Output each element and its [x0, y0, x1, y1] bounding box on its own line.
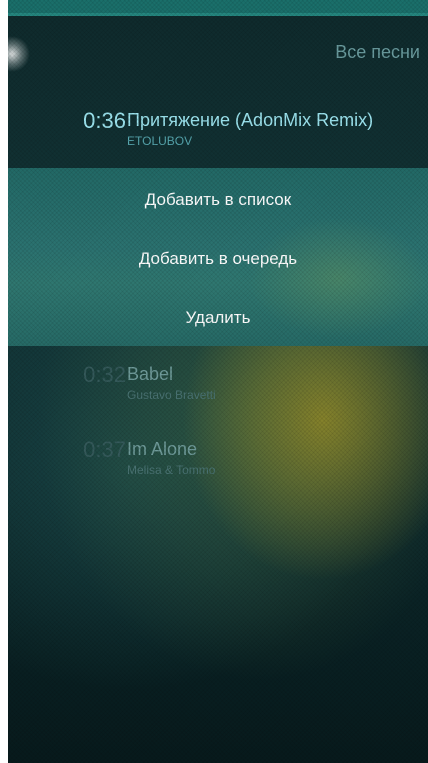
song-artist: ETOLUBOV	[127, 134, 193, 148]
add-to-queue-item[interactable]: Добавить в очередь	[8, 229, 428, 288]
music-screen: Все песни 0:36 Притяжение (AdonMix Remix…	[8, 0, 428, 763]
song-time: 0:32	[83, 362, 126, 387]
song-artist: Melisa & Tommo	[127, 463, 216, 477]
song-title: Babel	[127, 364, 174, 384]
song-row[interactable]: 0:32 Babel Gustavo Bravetti	[8, 358, 428, 416]
status-bar	[8, 0, 428, 16]
song-time: 0:37	[83, 437, 126, 462]
active-song-row[interactable]: 0:36 Притяжение (AdonMix Remix) ETOLUBOV	[8, 104, 428, 162]
add-to-playlist-item[interactable]: Добавить в список	[8, 170, 428, 229]
delete-item[interactable]: Удалить	[8, 288, 428, 347]
context-menu: Добавить в список Добавить в очередь Уда…	[8, 168, 428, 346]
song-row[interactable]: 0:37 Im Alone Melisa & Tommo	[8, 433, 428, 491]
song-artist: Gustavo Bravetti	[127, 388, 216, 402]
light-glow	[8, 36, 30, 72]
header-title[interactable]: Все песни	[335, 42, 420, 63]
song-time: 0:36	[83, 108, 126, 133]
song-title: Притяжение (AdonMix Remix)	[127, 110, 374, 130]
song-title: Im Alone	[127, 439, 198, 459]
